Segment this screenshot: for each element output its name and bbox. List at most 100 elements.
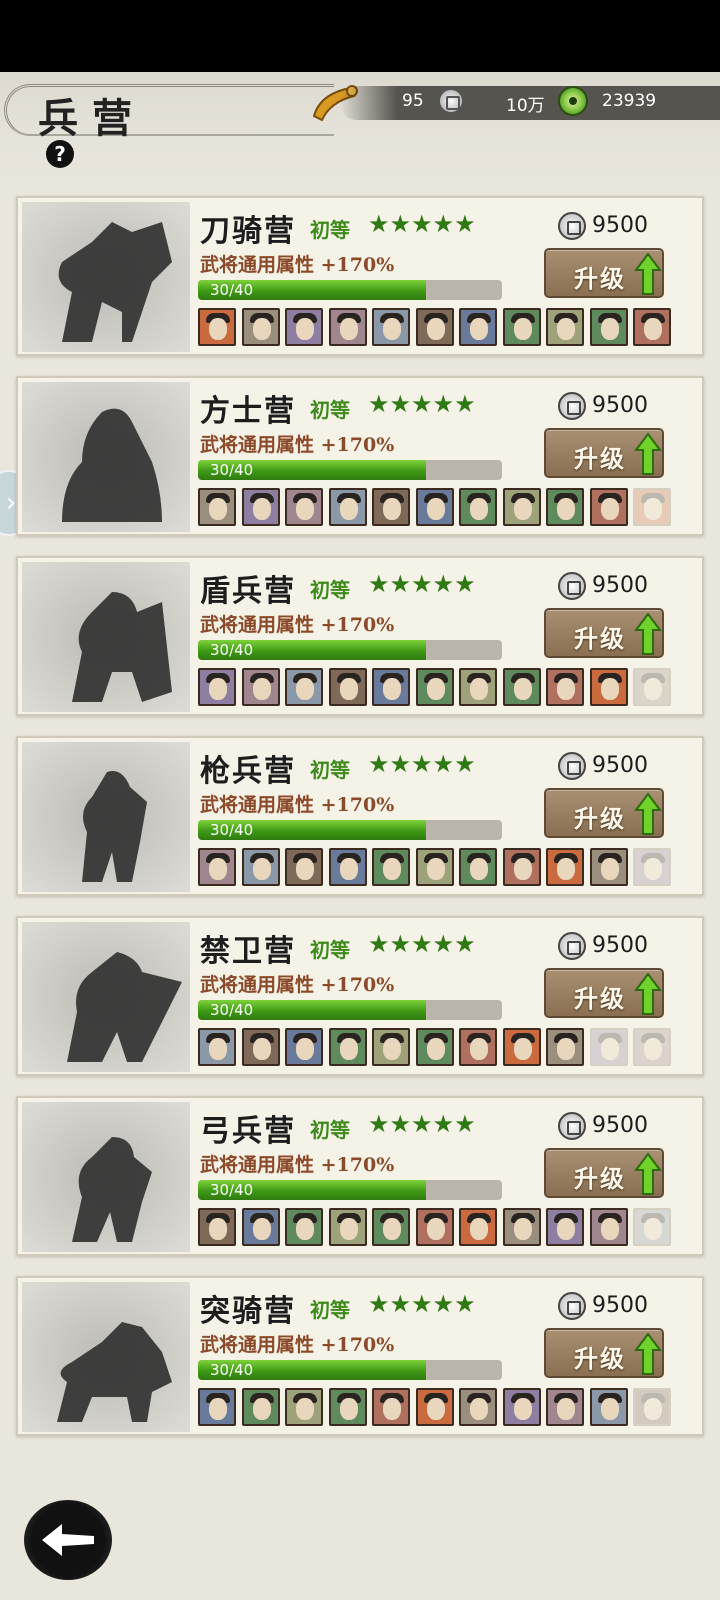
general-avatar[interactable] [546,308,584,346]
general-avatar[interactable] [241,308,280,346]
general-avatar[interactable] [502,1208,541,1246]
upgrade-button[interactable]: 升级 [544,968,664,1018]
general-avatar[interactable] [546,848,584,886]
avatar-face [296,498,314,520]
general-avatar[interactable] [459,1208,497,1246]
camp-card[interactable]: 刀骑营 初等 ★★★★★ 武将通用属性 +170% 30/40 9500 升级 [16,196,704,356]
general-avatar[interactable] [372,848,410,886]
general-avatar-locked[interactable] [589,1028,628,1066]
general-avatar[interactable] [285,308,323,346]
general-avatar[interactable] [415,1388,454,1426]
avatar-face [513,1038,532,1060]
general-avatar[interactable] [589,1208,628,1246]
general-avatar[interactable] [198,1208,236,1246]
general-avatar[interactable] [328,1028,367,1066]
general-avatar[interactable] [415,488,454,526]
general-avatar[interactable] [198,1028,236,1066]
general-avatar[interactable] [633,308,671,346]
general-avatar[interactable] [241,1028,280,1066]
upgrade-button[interactable]: 升级 [544,788,664,838]
general-avatar-locked[interactable] [633,1028,671,1066]
general-avatar[interactable] [198,488,236,526]
general-avatar[interactable] [459,308,497,346]
general-avatar[interactable] [372,308,410,346]
general-avatar[interactable] [285,1028,323,1066]
general-avatar[interactable] [372,1208,410,1246]
general-avatar[interactable] [328,1388,367,1426]
general-avatar[interactable] [285,848,323,886]
camp-card[interactable]: 枪兵营 初等 ★★★★★ 武将通用属性 +170% 30/40 9500 升级 [16,736,704,896]
general-avatar[interactable] [502,1028,541,1066]
general-avatar[interactable] [546,1208,584,1246]
general-avatar[interactable] [546,1388,584,1426]
general-avatar[interactable] [589,848,628,886]
general-avatar[interactable] [459,1028,497,1066]
camp-card[interactable]: 禁卫营 初等 ★★★★★ 武将通用属性 +170% 30/40 9500 升级 [16,916,704,1076]
general-avatar[interactable] [589,308,628,346]
general-avatar[interactable] [241,488,280,526]
avatar-face [513,678,532,700]
general-avatar[interactable] [328,488,367,526]
general-avatar[interactable] [372,1388,410,1426]
general-avatar[interactable] [372,668,410,706]
upgrade-button[interactable]: 升级 [544,428,664,478]
help-question-icon[interactable]: ? [46,140,74,168]
jade-icon[interactable] [558,86,588,116]
camp-card[interactable]: 盾兵营 初等 ★★★★★ 武将通用属性 +170% 30/40 9500 升级 [16,556,704,716]
general-avatar[interactable] [589,668,628,706]
camp-grade: 初等 [310,938,350,962]
general-avatar[interactable] [546,488,584,526]
general-avatar[interactable] [502,308,541,346]
camp-card[interactable]: 突骑营 初等 ★★★★★ 武将通用属性 +170% 30/40 9500 升级 [16,1276,704,1436]
general-avatar[interactable] [241,848,280,886]
upgrade-button[interactable]: 升级 [544,608,664,658]
general-avatar[interactable] [502,848,541,886]
general-avatar[interactable] [198,308,236,346]
general-avatar-locked[interactable] [633,488,671,526]
general-avatar-locked[interactable] [633,1208,671,1246]
general-avatar[interactable] [415,1208,454,1246]
general-avatar[interactable] [328,1208,367,1246]
general-avatar[interactable] [546,1028,584,1066]
general-avatar[interactable] [502,488,541,526]
camp-soldier-portrait [22,382,190,532]
general-avatar[interactable] [285,488,323,526]
general-avatar[interactable] [241,1208,280,1246]
back-button[interactable] [24,1500,112,1580]
general-avatar[interactable] [328,308,367,346]
avatar-face [426,1038,445,1060]
general-avatar[interactable] [459,488,497,526]
camp-card[interactable]: 方士营 初等 ★★★★★ 武将通用属性 +170% 30/40 9500 升级 [16,376,704,536]
upgrade-button[interactable]: 升级 [544,1328,664,1378]
general-avatar[interactable] [328,668,367,706]
general-avatar[interactable] [459,1388,497,1426]
general-avatar[interactable] [285,1388,323,1426]
general-avatar[interactable] [198,1388,236,1426]
general-avatar[interactable] [285,668,323,706]
general-avatar[interactable] [546,668,584,706]
general-avatar[interactable] [415,308,454,346]
general-avatar[interactable] [241,1388,280,1426]
general-avatar[interactable] [328,848,367,886]
general-avatar[interactable] [415,1028,454,1066]
general-avatar[interactable] [459,848,497,886]
camp-card[interactable]: 弓兵营 初等 ★★★★★ 武将通用属性 +170% 30/40 9500 升级 [16,1096,704,1256]
general-avatar[interactable] [415,848,454,886]
general-avatar[interactable] [198,848,236,886]
general-avatar[interactable] [459,668,497,706]
general-avatar[interactable] [372,488,410,526]
general-avatar[interactable] [285,1208,323,1246]
general-avatar[interactable] [502,1388,541,1426]
general-avatar[interactable] [372,1028,410,1066]
general-avatar[interactable] [589,1388,628,1426]
general-avatar-locked[interactable] [633,1388,671,1426]
upgrade-button[interactable]: 升级 [544,248,664,298]
general-avatar[interactable] [502,668,541,706]
general-avatar[interactable] [198,668,236,706]
general-avatar[interactable] [415,668,454,706]
general-avatar-locked[interactable] [633,668,671,706]
upgrade-button[interactable]: 升级 [544,1148,664,1198]
general-avatar[interactable] [589,488,628,526]
general-avatar-locked[interactable] [633,848,671,886]
general-avatar[interactable] [241,668,280,706]
